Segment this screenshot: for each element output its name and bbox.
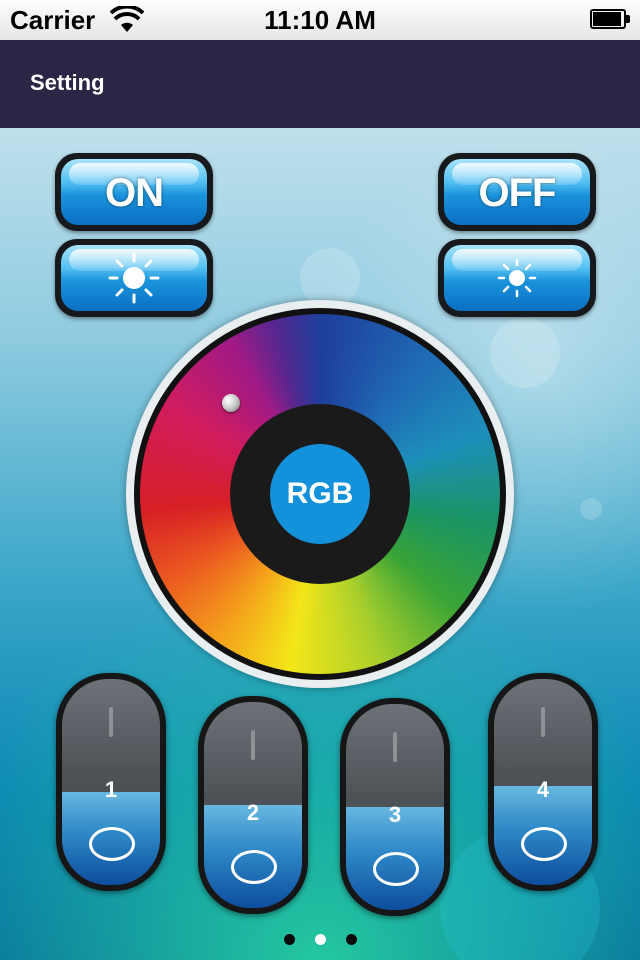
clock: 11:10 AM (264, 5, 376, 35)
brightness-up-button[interactable] (55, 239, 213, 317)
zone-slider-2[interactable]: 2 (198, 696, 308, 914)
background-bubble (490, 318, 560, 388)
zone-toggle-icon[interactable] (373, 852, 419, 886)
zone-slider-4[interactable]: 4 (488, 673, 598, 891)
page-indicator[interactable] (0, 932, 640, 950)
page-title: Setting (30, 70, 105, 95)
zone-label: 2 (246, 800, 260, 825)
page-dot[interactable] (345, 934, 357, 945)
nav-bar: Setting (0, 40, 640, 128)
background-bubble (580, 498, 602, 520)
zone-slider-3[interactable]: 3 (340, 698, 450, 916)
zone-toggle-icon[interactable] (521, 827, 567, 861)
background-bubble (300, 248, 360, 308)
battery-icon (590, 9, 630, 29)
status-bar: Carrier 11:10 AM (0, 0, 640, 40)
slider-grip-icon (541, 707, 545, 737)
brightness-up-icon (108, 252, 160, 304)
zone-slider-1[interactable]: 1 (56, 673, 166, 891)
zone-toggle-icon[interactable] (231, 850, 277, 884)
page-dot[interactable] (314, 934, 326, 945)
slider-grip-icon (393, 732, 397, 762)
zone-toggle-icon[interactable] (89, 827, 135, 861)
power-on-label: ON (105, 171, 164, 215)
power-off-button[interactable]: OFF (438, 153, 596, 231)
zone-label: 1 (104, 777, 118, 802)
zone-label: 3 (388, 802, 402, 827)
main-content: ON OFF RGB 1 2 3 4 (0, 128, 640, 960)
zone-label: 4 (536, 777, 550, 802)
power-off-label: OFF (478, 171, 557, 215)
brightness-down-icon (497, 258, 537, 298)
page-dot[interactable] (283, 934, 295, 945)
color-wheel-knob-icon[interactable] (222, 394, 240, 412)
color-wheel[interactable]: RGB (126, 300, 514, 688)
rgb-button[interactable]: RGB (270, 444, 370, 544)
slider-grip-icon (109, 707, 113, 737)
brightness-down-button[interactable] (438, 239, 596, 317)
power-on-button[interactable]: ON (55, 153, 213, 231)
slider-grip-icon (251, 730, 255, 760)
